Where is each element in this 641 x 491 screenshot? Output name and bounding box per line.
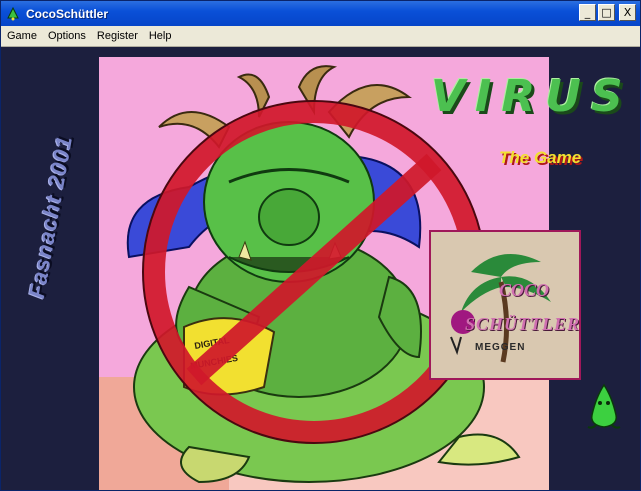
close-icon: X [623, 6, 632, 19]
publisher-logo: COCO SCHÜTTLER MEGGEN [429, 230, 581, 380]
side-caption: Fasnacht 2001 [24, 117, 77, 317]
title-bar[interactable]: CocoSchüttler _ □ X [1, 1, 640, 26]
logo-line-2: SCHÜTTLER [465, 314, 581, 334]
maximize-button[interactable]: □ [598, 4, 615, 21]
window-title: CocoSchüttler [26, 6, 109, 21]
logo-line-3: MEGGEN [475, 342, 526, 353]
game-subtitle: The Game [499, 148, 582, 167]
maximize-icon: □ [601, 6, 612, 19]
menu-bar: Game Options Register Help [1, 26, 640, 47]
logo-line-1: COCO [499, 280, 550, 300]
minimize-icon: _ [584, 6, 591, 19]
menu-options[interactable]: Options [42, 30, 91, 42]
menu-help[interactable]: Help [143, 30, 177, 42]
window-controls: _ □ X [579, 4, 636, 21]
menu-game[interactable]: Game [1, 30, 42, 42]
palm-tree-icon [450, 254, 551, 363]
minimize-button[interactable]: _ [579, 4, 596, 21]
app-icon [7, 6, 19, 20]
side-caption-text: Fasnacht 2001 [23, 133, 78, 301]
game-canvas[interactable]: Fasnacht 2001 DIGITAL VIRUS The Game COC… [1, 47, 640, 490]
app-window: CocoSchüttler _ □ X Game Options Registe… [0, 0, 641, 491]
mascot-icon[interactable] [586, 381, 622, 429]
close-button[interactable]: X [619, 4, 636, 21]
menu-register[interactable]: Register [91, 30, 143, 42]
game-title: VIRUS [431, 71, 633, 122]
